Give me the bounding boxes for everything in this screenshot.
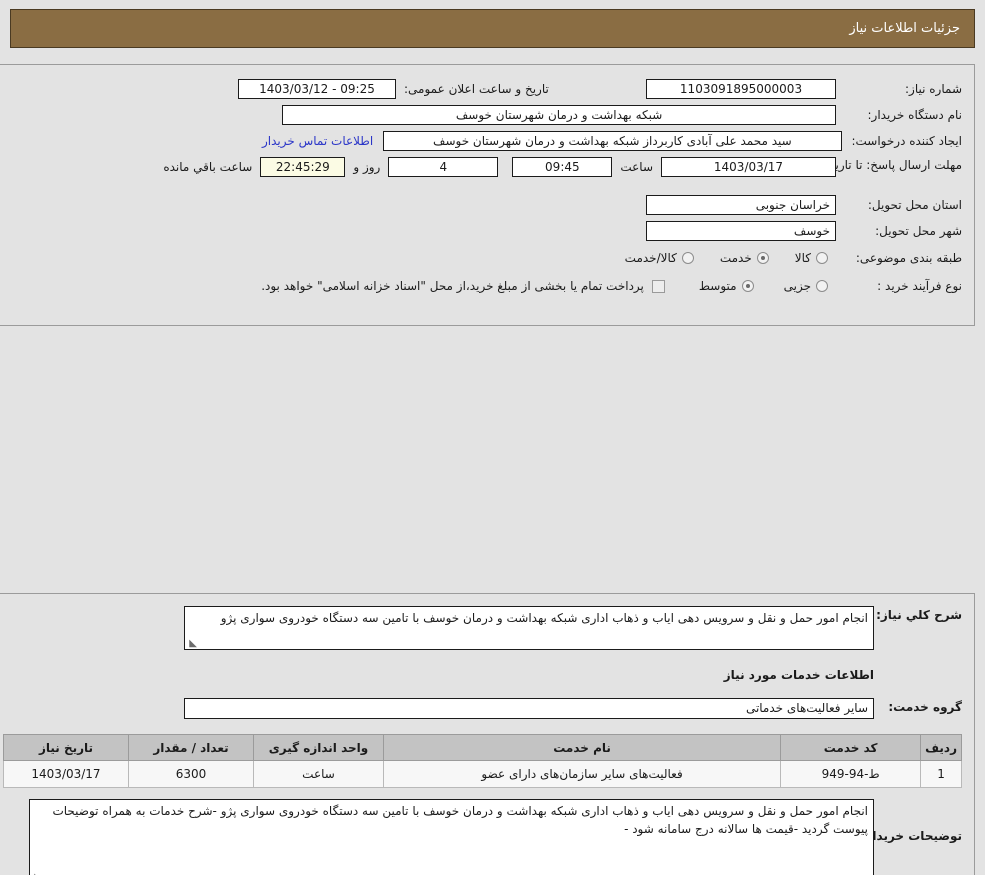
process-option-motevaset-label: متوسط	[698, 279, 737, 293]
buyer-org-row: نام دستگاه خریدار: شبکه بهداشت و درمان ش…	[282, 105, 962, 125]
category-option-kala-label: کالا	[794, 251, 811, 265]
deadline-date-value: 1403/03/17	[661, 157, 836, 177]
announce-datetime-label: تاریخ و ساعت اعلان عمومی:	[404, 82, 549, 96]
days-label: روز و	[353, 160, 381, 174]
province-value: خراسان جنوبی	[646, 195, 836, 215]
city-label: شهر محل تحویل:	[875, 224, 962, 238]
th-service-code: کد خدمت	[780, 734, 922, 761]
treasury-bond-text: پرداخت تمام یا بخشی از مبلغ خرید،از محل …	[261, 279, 644, 293]
page-root: AriaTender.net جزئیات اطلاعات نیاز شماره…	[0, 0, 985, 875]
radio-icon-khedmat[interactable]	[756, 252, 769, 264]
treasury-bond-checkbox[interactable]	[651, 279, 665, 293]
announce-datetime-value: 09:25 - 1403/03/12	[238, 79, 396, 99]
radio-icon-jozei[interactable]	[816, 280, 828, 292]
cell-need-date: 1403/03/17	[3, 760, 129, 788]
resize-grip-icon[interactable]: ◣	[188, 639, 197, 649]
cell-row-number: 1	[920, 760, 962, 788]
announce-datetime-row: تاریخ و ساعت اعلان عمومی: 09:25 - 1403/0…	[29, 79, 589, 99]
service-group-label: گروه خدمت:	[888, 700, 962, 714]
remaining-hours-label: ساعت باقي مانده	[163, 160, 253, 174]
window-titlebar: جزئیات اطلاعات نیاز	[10, 9, 975, 48]
deadline-time-value: 09:45	[512, 157, 613, 177]
need-number-label: شماره نیاز:	[905, 82, 962, 96]
category-option-kala-khedmat[interactable]: کالا/خدمت	[625, 251, 694, 265]
cell-unit: ساعت	[253, 760, 384, 788]
service-group-value-text: سایر فعالیت‌های خدماتی	[745, 701, 868, 715]
radio-icon-kala-khedmat[interactable]	[681, 252, 694, 264]
buyer-org-label: نام دستگاه خریدار:	[867, 108, 963, 122]
radio-icon-motevaset[interactable]	[741, 280, 754, 292]
process-option-jozei-label: جزیی	[783, 279, 811, 293]
page-title: جزئیات اطلاعات نیاز	[849, 21, 960, 36]
category-option-kala[interactable]: کالا	[795, 251, 828, 265]
services-info-title: اطلاعات خدمات مورد نیاز	[723, 668, 874, 682]
need-number-row: شماره نیاز: 1103091895000003	[602, 79, 962, 99]
th-service-name: نام خدمت	[382, 734, 782, 761]
creator-value: سید محمد علی آبادی کاربرداز شبکه بهداشت …	[383, 131, 842, 151]
buyer-notes-label: توضیحات خریدار:	[860, 829, 962, 843]
process-option-motevaset[interactable]: متوسط	[699, 279, 754, 293]
process-option-jozei[interactable]: جزیی	[784, 279, 828, 293]
buyer-notes-value: انجام امور حمل و نقل و سرویس دهی ایاب و …	[52, 804, 868, 836]
category-row: طبقه بندی موضوعی: کالا خدمت کالا/خدمت	[625, 251, 962, 265]
deadline-label-wrap: مهلت ارسال پاسخ: تا تاریخ:	[823, 157, 962, 173]
city-value: خوسف	[646, 221, 836, 241]
buyer-notes-textarea[interactable]: انجام امور حمل و نقل و سرویس دهی ایاب و …	[29, 799, 874, 875]
buyer-contact-link[interactable]: اطلاعات تماس خریدار	[262, 134, 373, 148]
category-option-kala-khedmat-label: کالا/خدمت	[624, 251, 677, 265]
countdown-value: 22:45:29	[260, 157, 346, 177]
cell-quantity: 6300	[128, 760, 254, 788]
category-option-khedmat[interactable]: خدمت	[720, 251, 769, 265]
deadline-hour-label: ساعت	[620, 160, 653, 174]
buyer-org-value: شبکه بهداشت و درمان شهرستان خوسف	[282, 105, 837, 125]
cell-service-name: فعالیت‌های سایر سازمان‌های دارای عضو	[382, 760, 782, 788]
province-row: استان محل تحویل: خراسان جنوبی	[632, 195, 962, 215]
category-label: طبقه بندی موضوعی:	[855, 251, 962, 265]
deadline-row: 1403/03/17 ساعت 09:45 4 روز و 22:45:29 س…	[163, 157, 836, 177]
general-description-label: شرح کلي نیاز:	[876, 608, 962, 622]
days-remaining-value: 4	[388, 157, 499, 177]
province-label: استان محل تحویل:	[867, 198, 962, 212]
need-number-value: 1103091895000003	[646, 79, 836, 99]
th-row-number: ردیف	[920, 734, 962, 761]
creator-label: ایجاد کننده درخواست:	[851, 134, 962, 148]
general-description-textarea[interactable]: انجام امور حمل و نقل و سرویس دهی ایاب و …	[184, 606, 874, 650]
cell-service-code: ط-94-949	[780, 760, 922, 788]
services-table-wrap: ردیف کد خدمت نام خدمت واحد اندازه گیری ت…	[3, 734, 962, 788]
deadline-label: مهلت ارسال پاسخ: تا تاریخ:	[823, 158, 962, 172]
table-row: 1 ط-94-949 فعالیت‌های سایر سازمان‌های دا…	[3, 760, 962, 788]
radio-icon-kala[interactable]	[816, 252, 828, 264]
services-table-header-row: ردیف کد خدمت نام خدمت واحد اندازه گیری ت…	[3, 734, 962, 761]
service-group-value: سایر فعالیت‌های خدماتی	[184, 698, 874, 719]
th-unit: واحد اندازه گیری	[253, 734, 384, 761]
need-details-panel: شرح کلي نیاز: انجام امور حمل و نقل و سرو…	[0, 593, 975, 875]
process-type-label: نوع فرآیند خرید :	[877, 279, 962, 293]
creator-row: ایجاد کننده درخواست: سید محمد علی آبادی …	[262, 131, 962, 151]
general-description-value: انجام امور حمل و نقل و سرویس دهی ایاب و …	[220, 611, 868, 625]
city-row: شهر محل تحویل: خوسف	[632, 221, 962, 241]
need-summary-panel: شماره نیاز: 1103091895000003 تاریخ و ساع…	[0, 64, 975, 326]
category-option-khedmat-label: خدمت	[719, 251, 752, 265]
services-table: ردیف کد خدمت نام خدمت واحد اندازه گیری ت…	[3, 734, 962, 788]
process-type-row: نوع فرآیند خرید : جزیی متوسط پرداخت تمام…	[261, 279, 962, 293]
th-quantity: تعداد / مقدار	[128, 734, 254, 761]
th-need-date: تاریخ نیاز	[3, 734, 129, 761]
